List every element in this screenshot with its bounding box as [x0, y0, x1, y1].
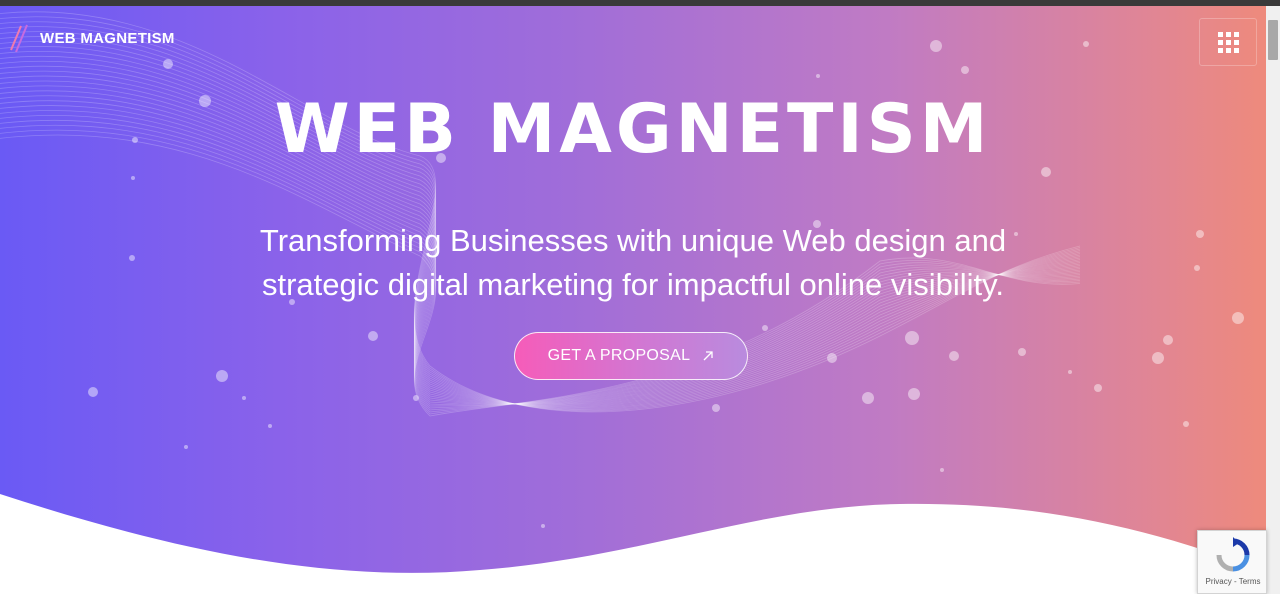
scrollbar-thumb[interactable]: [1268, 20, 1278, 60]
page-scrollbar[interactable]: [1266, 6, 1280, 594]
bottom-white-wave: [0, 494, 1266, 594]
recaptcha-badge[interactable]: Privacy - Terms: [1197, 530, 1267, 594]
recaptcha-icon: [1216, 537, 1250, 572]
hero-section: WEB MAGNETISM WEB MAGNETISM Transforming…: [0, 6, 1266, 594]
recaptcha-terms: Privacy - Terms: [1205, 577, 1261, 586]
